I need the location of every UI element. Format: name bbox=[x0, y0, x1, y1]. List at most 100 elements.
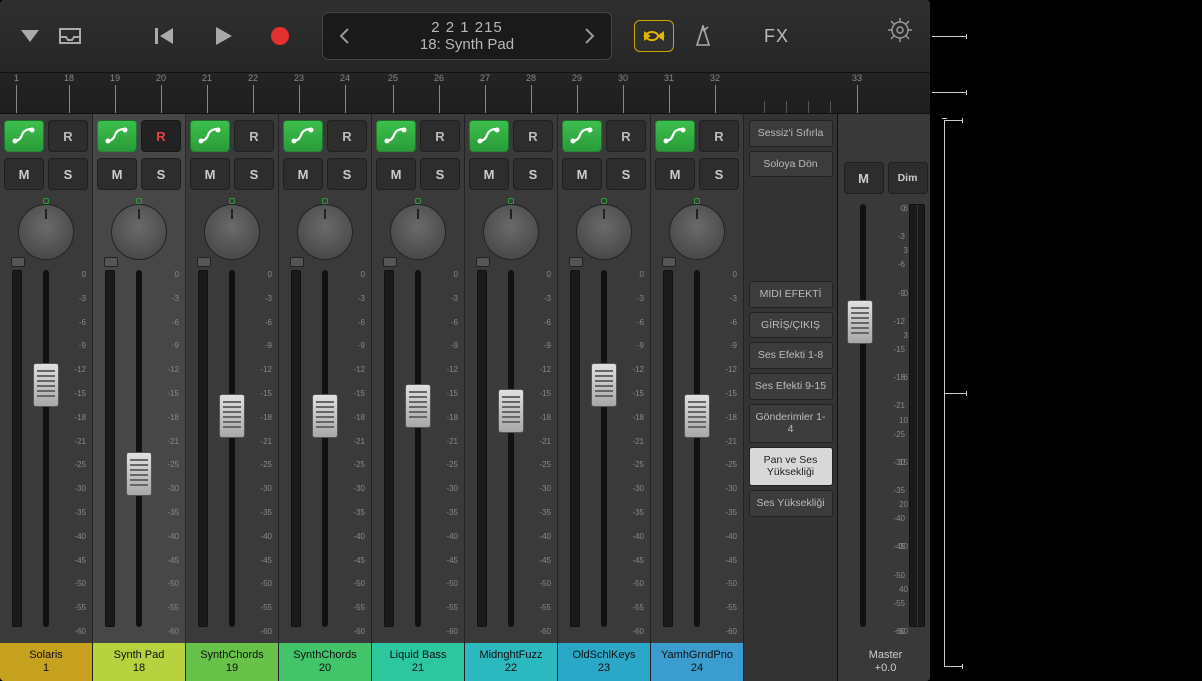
solo-button[interactable]: S bbox=[327, 158, 367, 190]
record-button[interactable] bbox=[262, 18, 298, 54]
solo-button[interactable]: S bbox=[234, 158, 274, 190]
pan-knob[interactable] bbox=[479, 200, 543, 264]
volume-fader-track[interactable] bbox=[229, 270, 235, 627]
pan-knob[interactable] bbox=[386, 200, 450, 264]
track-name-bar[interactable]: YamhGrndPno24 bbox=[651, 643, 743, 681]
volume-fader-thumb[interactable] bbox=[219, 394, 245, 438]
inbox-icon[interactable] bbox=[52, 18, 88, 54]
panel-section-button[interactable]: Ses Yüksekliği bbox=[749, 490, 833, 517]
solo-button[interactable]: S bbox=[513, 158, 553, 190]
input-route-button[interactable] bbox=[283, 120, 323, 152]
mute-button[interactable]: M bbox=[469, 158, 509, 190]
pan-knob[interactable] bbox=[200, 200, 264, 264]
panel-section-button[interactable]: Ses Efekti 9-15 bbox=[749, 373, 833, 400]
volume-fader-thumb[interactable] bbox=[498, 389, 524, 433]
play-button[interactable] bbox=[206, 18, 242, 54]
input-route-button[interactable] bbox=[562, 120, 602, 152]
channel-strip[interactable]: RMS0-3-6-9-12-15-18-21-25-30-35-40-45-50… bbox=[93, 114, 186, 681]
record-enable-button[interactable]: R bbox=[699, 120, 739, 152]
dropdown-menu-icon[interactable] bbox=[12, 18, 48, 54]
volume-fader-track[interactable] bbox=[43, 270, 49, 627]
volume-fader-track[interactable] bbox=[136, 270, 142, 627]
mute-button[interactable]: M bbox=[562, 158, 602, 190]
solo-button[interactable]: S bbox=[48, 158, 88, 190]
master-fader-track[interactable] bbox=[860, 204, 866, 627]
volume-fader-thumb[interactable] bbox=[126, 452, 152, 496]
mute-button[interactable]: M bbox=[97, 158, 137, 190]
panel-button[interactable]: Sessiz'i Sıfırla bbox=[749, 120, 833, 147]
solo-button[interactable]: S bbox=[699, 158, 739, 190]
panel-button[interactable]: Soloya Dön bbox=[749, 151, 833, 178]
pan-knob[interactable] bbox=[572, 200, 636, 264]
input-route-button[interactable] bbox=[469, 120, 509, 152]
input-route-button[interactable] bbox=[4, 120, 44, 152]
volume-fader-track[interactable] bbox=[415, 270, 421, 627]
volume-fader-thumb[interactable] bbox=[405, 384, 431, 428]
mute-button[interactable]: M bbox=[4, 158, 44, 190]
lcd-display[interactable]: 2 2 1 215 18: Synth Pad bbox=[322, 12, 612, 60]
track-name-bar[interactable]: Synth Pad18 bbox=[93, 643, 185, 681]
record-enable-button[interactable]: R bbox=[606, 120, 646, 152]
panel-section-button[interactable]: MIDI EFEKTİ bbox=[749, 281, 833, 308]
channel-strip[interactable]: RMS0-3-6-9-12-15-18-21-25-30-35-40-45-50… bbox=[372, 114, 465, 681]
track-name-bar[interactable]: Solaris1 bbox=[0, 643, 92, 681]
channel-strip[interactable]: RMS0-3-6-9-12-15-18-21-25-30-35-40-45-50… bbox=[651, 114, 744, 681]
solo-button[interactable]: S bbox=[420, 158, 460, 190]
record-enable-button[interactable]: R bbox=[513, 120, 553, 152]
panel-section-button[interactable]: Gönderimler 1-4 bbox=[749, 404, 833, 443]
track-name-bar[interactable]: SynthChords19 bbox=[186, 643, 278, 681]
channel-strip[interactable]: RMS0-3-6-9-12-15-18-21-25-30-35-40-45-50… bbox=[465, 114, 558, 681]
panel-section-button[interactable]: GİRİŞ/ÇIKIŞ bbox=[749, 312, 833, 339]
solo-button[interactable]: S bbox=[141, 158, 181, 190]
lcd-next-icon[interactable] bbox=[581, 24, 599, 48]
volume-fader-track[interactable] bbox=[322, 270, 328, 627]
channel-strip[interactable]: RMS0-3-6-9-12-15-18-21-25-30-35-40-45-50… bbox=[186, 114, 279, 681]
solo-button[interactable]: S bbox=[606, 158, 646, 190]
pan-knob[interactable] bbox=[107, 200, 171, 264]
panel-section-button[interactable]: Ses Efekti 1-8 bbox=[749, 342, 833, 369]
volume-fader-thumb[interactable] bbox=[684, 394, 710, 438]
metronome-icon[interactable] bbox=[686, 19, 720, 53]
mute-button[interactable]: M bbox=[376, 158, 416, 190]
bar-ruler[interactable]: 118192021222324252627282930313233 bbox=[0, 72, 930, 114]
volume-fader-track[interactable] bbox=[508, 270, 514, 627]
lcd-prev-icon[interactable] bbox=[335, 24, 353, 48]
master-dim-button[interactable]: Dim bbox=[888, 162, 928, 194]
record-enable-button[interactable]: R bbox=[234, 120, 274, 152]
record-enable-button[interactable]: R bbox=[327, 120, 367, 152]
input-route-button[interactable] bbox=[376, 120, 416, 152]
mute-button[interactable]: M bbox=[655, 158, 695, 190]
master-mute-button[interactable]: M bbox=[844, 162, 884, 194]
cycle-button[interactable] bbox=[634, 20, 674, 52]
master-strip[interactable]: MDim630361015203040600-3-6-9-12-15-18-21… bbox=[838, 114, 930, 681]
mute-button[interactable]: M bbox=[283, 158, 323, 190]
volume-fader-thumb[interactable] bbox=[33, 363, 59, 407]
pan-knob[interactable] bbox=[665, 200, 729, 264]
channel-strip[interactable]: RMS0-3-6-9-12-15-18-21-25-30-35-40-45-50… bbox=[558, 114, 651, 681]
pan-knob[interactable] bbox=[293, 200, 357, 264]
master-fader-thumb[interactable] bbox=[847, 300, 873, 344]
mute-button[interactable]: M bbox=[190, 158, 230, 190]
track-name-bar[interactable]: Liquid Bass21 bbox=[372, 643, 464, 681]
settings-gear-icon[interactable] bbox=[888, 18, 912, 42]
ruler-label: 25 bbox=[388, 73, 398, 83]
panel-section-button[interactable]: Pan ve Ses Yüksekliği bbox=[749, 447, 833, 486]
fx-button[interactable]: FX bbox=[764, 26, 789, 47]
track-name-bar[interactable]: OldSchlKeys23 bbox=[558, 643, 650, 681]
volume-fader-track[interactable] bbox=[601, 270, 607, 627]
input-route-button[interactable] bbox=[655, 120, 695, 152]
record-enable-button[interactable]: R bbox=[420, 120, 460, 152]
pan-knob[interactable] bbox=[14, 200, 78, 264]
volume-fader-track[interactable] bbox=[694, 270, 700, 627]
input-route-button[interactable] bbox=[190, 120, 230, 152]
record-enable-button[interactable]: R bbox=[141, 120, 181, 152]
track-name-bar[interactable]: SynthChords20 bbox=[279, 643, 371, 681]
volume-fader-thumb[interactable] bbox=[312, 394, 338, 438]
channel-strip[interactable]: RMS0-3-6-9-12-15-18-21-25-30-35-40-45-50… bbox=[0, 114, 93, 681]
volume-fader-thumb[interactable] bbox=[591, 363, 617, 407]
input-route-button[interactable] bbox=[97, 120, 137, 152]
channel-strip[interactable]: RMS0-3-6-9-12-15-18-21-25-30-35-40-45-50… bbox=[279, 114, 372, 681]
record-enable-button[interactable]: R bbox=[48, 120, 88, 152]
track-name-bar[interactable]: MidnghtFuzz22 bbox=[465, 643, 557, 681]
go-to-start-button[interactable] bbox=[146, 18, 182, 54]
